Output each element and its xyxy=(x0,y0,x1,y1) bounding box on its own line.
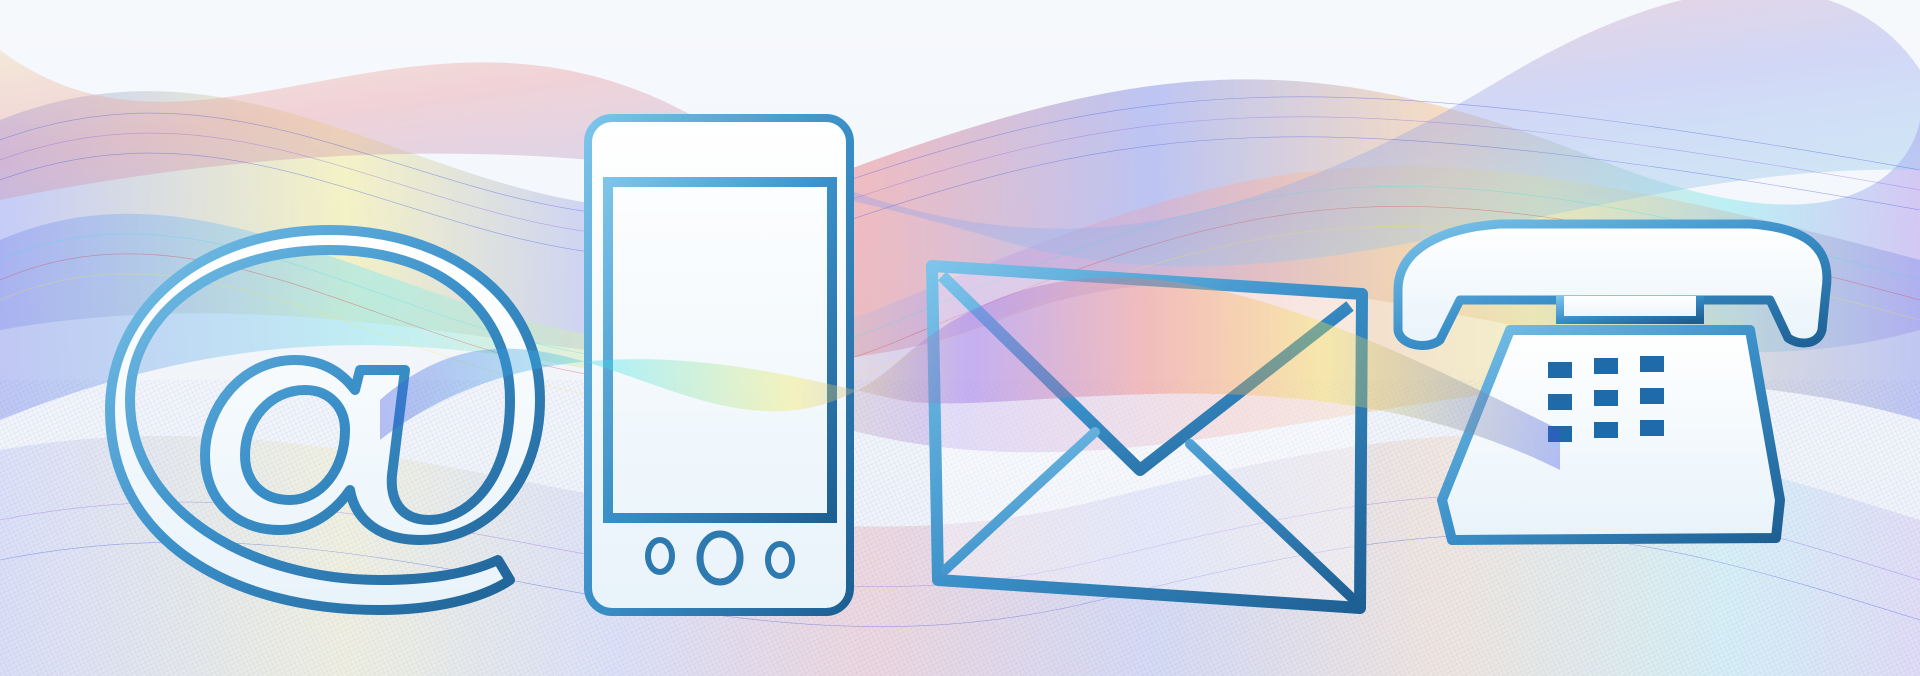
contact-banner-illustration xyxy=(0,0,1920,676)
banner-canvas xyxy=(0,0,1920,676)
telephone-keypad xyxy=(1548,356,1664,442)
